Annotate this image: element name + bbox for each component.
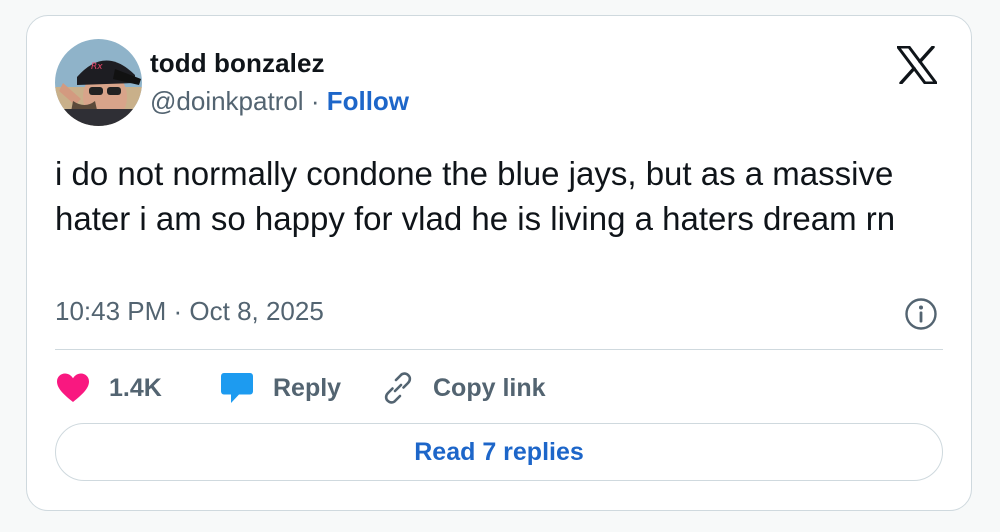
like-count: 1.4K: [109, 373, 162, 402]
reply-label: Reply: [273, 373, 342, 402]
avatar-image: Rx: [55, 39, 142, 126]
like-button[interactable]: 1.4K: [55, 368, 162, 408]
heart-icon: [57, 373, 89, 402]
tweet-timestamp[interactable]: 10:43 PM · Oct 8, 2025: [55, 296, 324, 327]
tweet-card: Rx todd bonzalez @doinkpatrol · Follow i…: [26, 15, 972, 511]
divider: [55, 349, 943, 350]
avatar[interactable]: Rx: [55, 39, 142, 126]
svg-text:Rx: Rx: [91, 62, 103, 72]
copy-link-button[interactable]: Copy link: [381, 368, 546, 408]
follow-button[interactable]: Follow: [327, 86, 409, 116]
author-display-name[interactable]: todd bonzalez: [150, 48, 325, 79]
tweet-text: i do not normally condone the blue jays,…: [55, 155, 896, 237]
author-handle[interactable]: @doinkpatrol: [150, 86, 304, 116]
copy-link-label: Copy link: [433, 373, 546, 402]
link-icon: [384, 372, 412, 404]
reply-button[interactable]: Reply: [219, 368, 341, 408]
info-icon[interactable]: [904, 297, 938, 331]
reply-bubble-icon: [221, 373, 253, 403]
author-subline: @doinkpatrol · Follow: [150, 86, 409, 117]
handle-separator: ·: [303, 86, 327, 116]
x-logo-icon[interactable]: [896, 45, 938, 85]
read-replies-button[interactable]: Read 7 replies: [55, 423, 943, 481]
